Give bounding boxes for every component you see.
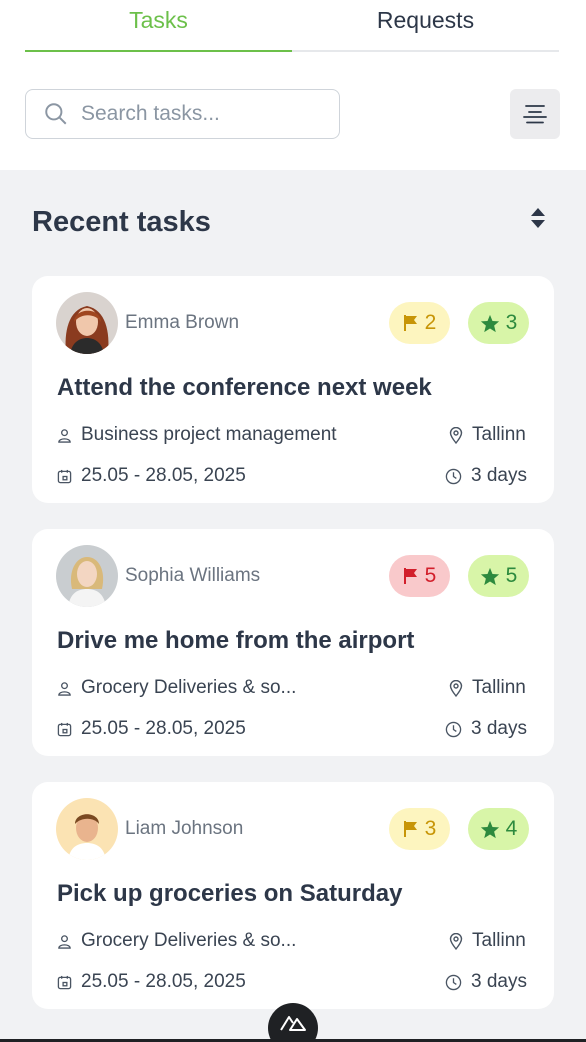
calendar-icon — [57, 722, 72, 736]
priority-value: 2 — [424, 311, 437, 334]
task-location: Tallinn — [449, 424, 526, 446]
sort-icon[interactable] — [529, 207, 547, 229]
priority-value: 3 — [424, 817, 437, 840]
task-duration: 3 days — [445, 971, 527, 993]
user-name: Sophia Williams — [125, 565, 261, 586]
app-logo-icon — [280, 1016, 306, 1031]
task-category: Grocery Deliveries & so... — [57, 677, 296, 699]
location-text: Tallinn — [472, 677, 526, 698]
priority-value: 5 — [424, 564, 437, 587]
task-dates: 25.05 - 28.05, 2025 — [57, 465, 246, 487]
search-icon — [45, 103, 67, 125]
filter-button[interactable] — [510, 89, 560, 139]
rating-value: 5 — [505, 564, 518, 587]
tab-requests[interactable]: Requests — [292, 0, 559, 50]
category-text: Grocery Deliveries & so... — [81, 677, 297, 698]
task-category: Grocery Deliveries & so... — [57, 930, 296, 952]
location-pin-icon — [449, 426, 463, 444]
rating-value: 3 — [505, 311, 518, 334]
task-title: Drive me home from the airport — [57, 627, 415, 654]
calendar-icon — [57, 469, 72, 483]
user-icon — [58, 428, 71, 443]
task-card[interactable]: Sophia Williams 5 5 Drive me home from t… — [32, 529, 554, 756]
location-text: Tallinn — [472, 930, 526, 951]
task-title: Pick up groceries on Saturday — [57, 880, 403, 907]
user-name: Emma Brown — [125, 312, 240, 333]
task-category: Business project management — [57, 424, 337, 446]
rating-value: 4 — [505, 817, 518, 840]
clock-icon — [445, 974, 462, 990]
duration-text: 3 days — [471, 465, 527, 486]
clock-icon — [445, 468, 462, 484]
location-text: Tallinn — [472, 424, 526, 445]
star-icon — [480, 820, 499, 838]
task-duration: 3 days — [445, 465, 527, 487]
duration-text: 3 days — [471, 718, 527, 739]
rating-badge: 4 — [468, 808, 529, 850]
star-icon — [480, 314, 499, 332]
user-icon — [58, 934, 71, 949]
task-dates: 25.05 - 28.05, 2025 — [57, 971, 246, 993]
search-input[interactable] — [81, 102, 321, 126]
dates-text: 25.05 - 28.05, 2025 — [81, 465, 246, 486]
category-text: Grocery Deliveries & so... — [81, 930, 297, 951]
task-duration: 3 days — [445, 718, 527, 740]
rating-badge: 5 — [468, 555, 529, 597]
location-pin-icon — [449, 932, 463, 950]
task-title: Attend the conference next week — [57, 374, 432, 401]
priority-badge: 2 — [389, 302, 450, 344]
search-box[interactable] — [25, 89, 340, 139]
rating-badge: 3 — [468, 302, 529, 344]
avatar — [56, 292, 118, 354]
task-location: Tallinn — [449, 677, 526, 699]
task-location: Tallinn — [449, 930, 526, 952]
flag-icon — [403, 315, 417, 331]
calendar-icon — [57, 975, 72, 989]
task-card[interactable]: Emma Brown 2 3 Attend the conference nex… — [32, 276, 554, 503]
task-dates: 25.05 - 28.05, 2025 — [57, 718, 246, 740]
clock-icon — [445, 721, 462, 737]
tab-tasks[interactable]: Tasks — [25, 0, 292, 52]
location-pin-icon — [449, 679, 463, 697]
duration-text: 3 days — [471, 971, 527, 992]
star-icon — [480, 567, 499, 585]
avatar — [56, 545, 118, 607]
dates-text: 25.05 - 28.05, 2025 — [81, 971, 246, 992]
category-text: Business project management — [81, 424, 337, 445]
flag-icon — [403, 821, 417, 837]
section-title: Recent tasks — [32, 206, 211, 238]
dates-text: 25.05 - 28.05, 2025 — [81, 718, 246, 739]
user-icon — [58, 681, 71, 696]
filter-lines-icon — [523, 105, 547, 124]
user-name: Liam Johnson — [125, 818, 244, 839]
tab-bar: Tasks Requests — [25, 0, 559, 52]
priority-badge: 5 — [389, 555, 450, 597]
flag-icon — [403, 568, 417, 584]
priority-badge: 3 — [389, 808, 450, 850]
header-panel: Tasks Requests — [0, 0, 586, 170]
avatar — [56, 798, 118, 860]
task-card[interactable]: Liam Johnson 3 4 Pick up groceries on Sa… — [32, 782, 554, 1009]
